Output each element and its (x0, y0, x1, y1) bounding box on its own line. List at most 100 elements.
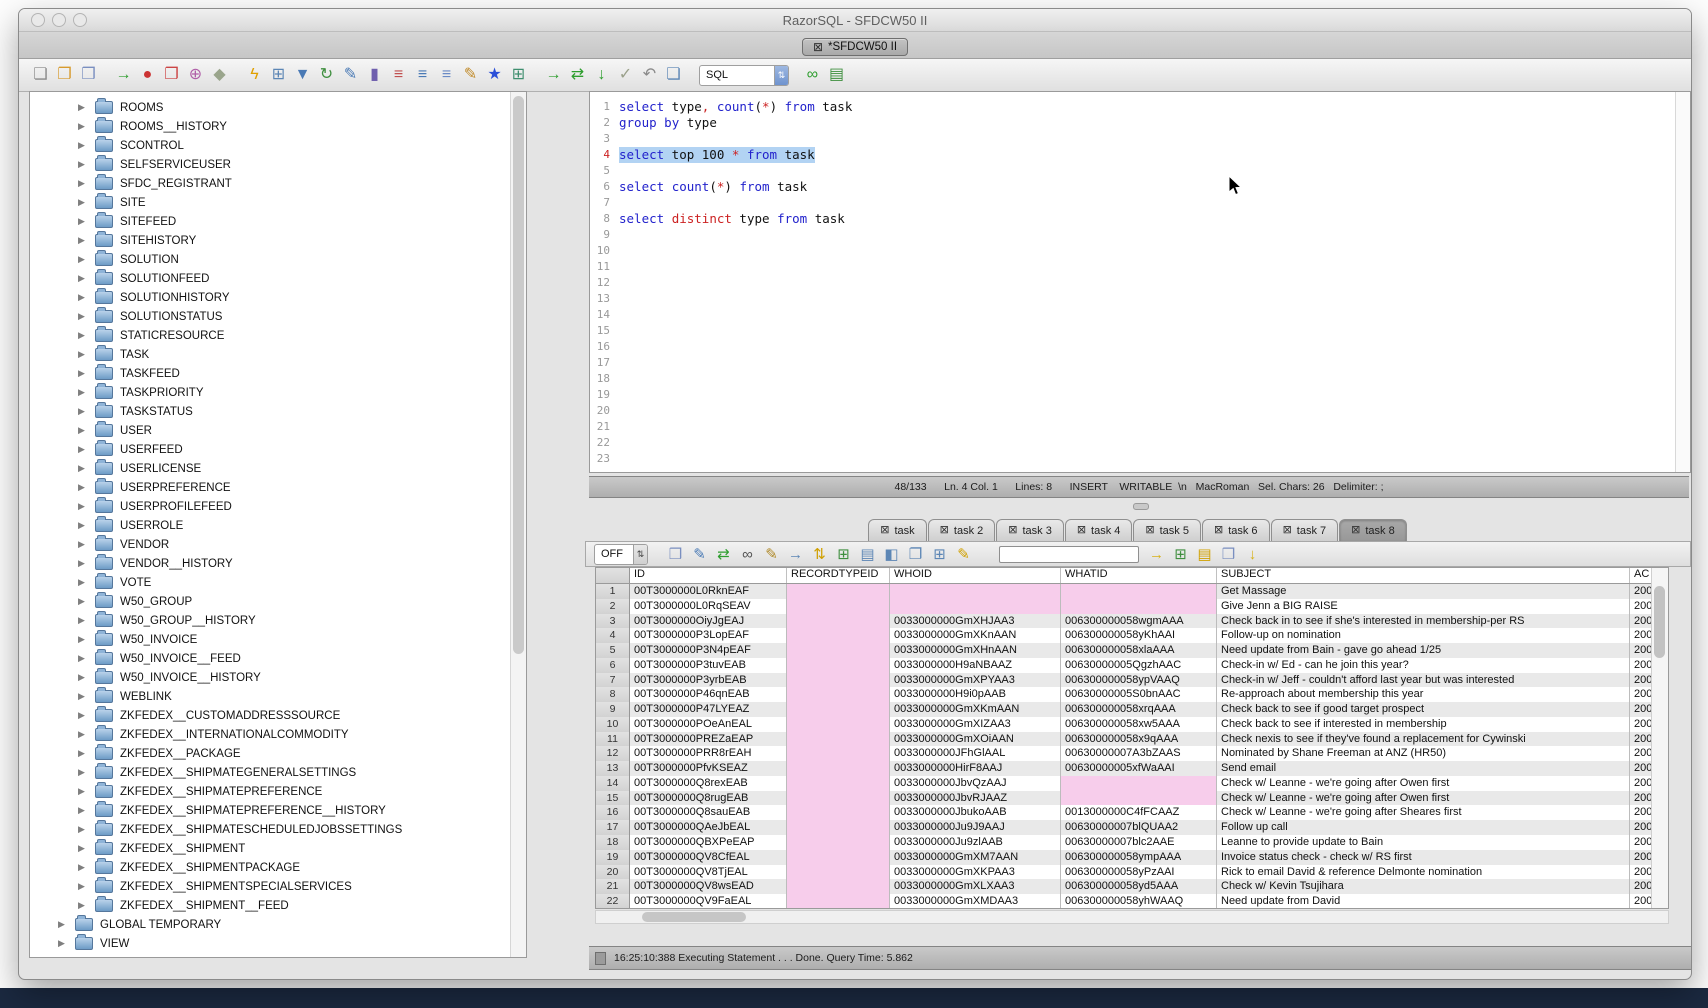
close-tab-icon[interactable]: ⊠ (1145, 525, 1154, 536)
disclosure-triangle-icon[interactable]: ▶ (78, 140, 88, 151)
cell-whatid[interactable]: 00630000005QgzhAAC (1061, 658, 1217, 673)
disclosure-triangle-icon[interactable]: ▶ (78, 387, 88, 398)
table-refresh-icon[interactable]: ⊞ (834, 545, 853, 564)
cell-recordtypeid[interactable] (787, 643, 890, 658)
column-header[interactable]: WHATID (1061, 568, 1217, 583)
cell-subject[interactable]: Invoice status check - check w/ RS first (1217, 850, 1630, 865)
disclosure-triangle-icon[interactable]: ▶ (78, 843, 88, 854)
table-row[interactable]: 15 00T3000000Q8rugEAB 0033000000JbvRJAAZ… (596, 791, 1668, 806)
export-table-icon[interactable]: ⊞ (1171, 545, 1190, 564)
row-number[interactable]: 5 (596, 643, 630, 658)
cell-whatid[interactable]: 006300000058xw5AAA (1061, 717, 1217, 732)
disclosure-triangle-icon[interactable]: ▶ (78, 710, 88, 721)
cell-activitydate[interactable]: 200 (1630, 658, 1652, 673)
editor-line[interactable]: 9 (590, 227, 1690, 243)
tree-item[interactable]: ▶ SOLUTIONFEED (30, 269, 526, 288)
editor-line[interactable]: 5 (590, 163, 1690, 179)
cell-subject[interactable]: Get Massage (1217, 584, 1630, 599)
cell-subject[interactable]: Check-in w/ Jeff - couldn't afford last … (1217, 673, 1630, 688)
result-tab[interactable]: ⊠ task 3 (996, 519, 1064, 541)
cell-whatid[interactable]: 00630000007blc2AAE (1061, 835, 1217, 850)
cell-id[interactable]: 00T3000000QV8CfEAL (630, 850, 787, 865)
copy-rows-icon[interactable]: ❐ (906, 545, 925, 564)
describe-list-icon[interactable]: ▤ (858, 545, 877, 564)
close-tab-icon[interactable]: ⊠ (1283, 525, 1292, 536)
cell-whatid[interactable]: 006300000058xrqAAA (1061, 702, 1217, 717)
tree-item[interactable]: ▶ ZKFEDEX__CUSTOMADDRESSSOURCE (30, 706, 526, 725)
cell-activitydate[interactable]: 200 (1630, 865, 1652, 880)
disclosure-triangle-icon[interactable]: ▶ (78, 273, 88, 284)
cell-id[interactable]: 00T3000000L0RqSEAV (630, 599, 787, 614)
cell-whatid[interactable] (1061, 584, 1217, 599)
refresh-results-icon[interactable]: ⇄ (714, 545, 733, 564)
cell-whatid[interactable]: 006300000058xlaAAA (1061, 643, 1217, 658)
cell-recordtypeid[interactable] (787, 584, 890, 599)
tree-item[interactable]: ▶ W50_GROUP__HISTORY (30, 611, 526, 630)
editor-line[interactable]: 2 group by type (590, 115, 1690, 131)
close-tab-icon[interactable]: ⊠ (1214, 525, 1223, 536)
cell-whatid[interactable]: 006300000058yKhAAI (1061, 628, 1217, 643)
cell-recordtypeid[interactable] (787, 702, 890, 717)
find-next-icon[interactable]: → (1147, 545, 1166, 564)
cell-recordtypeid[interactable] (787, 687, 890, 702)
cell-id[interactable]: 00T3000000Q8sauEAB (630, 805, 787, 820)
disclosure-triangle-icon[interactable]: ▶ (78, 862, 88, 873)
editor-line[interactable]: 6 select count(*) from task (590, 179, 1690, 195)
disclosure-triangle-icon[interactable]: ▶ (78, 577, 88, 588)
cell-whatid[interactable]: 006300000058yPzAAI (1061, 865, 1217, 880)
table-row[interactable]: 2 00T3000000L0RqSEAV Give Jenn a BIG RAI… (596, 599, 1668, 614)
filter-edit-icon[interactable]: ✎ (461, 66, 480, 85)
result-tab[interactable]: ⊠ task 4 (1065, 519, 1133, 541)
cell-whoid[interactable]: 0033000000JbvQzAAJ (890, 776, 1061, 791)
cell-whatid[interactable] (1061, 599, 1217, 614)
tree-item[interactable]: ▶ USERPREFERENCE (30, 478, 526, 497)
rollback-undo-icon[interactable]: ↶ (640, 66, 659, 85)
result-tab[interactable]: ⊠ task (868, 519, 926, 541)
tree-scrollbar[interactable] (510, 92, 526, 957)
cell-recordtypeid[interactable] (787, 658, 890, 673)
row-number[interactable]: 9 (596, 702, 630, 717)
table-describe-icon[interactable]: ⊞ (269, 66, 288, 85)
table-row[interactable]: 20 00T3000000QV8TjEAL 0033000000GmXKPAA3… (596, 865, 1668, 880)
table-row[interactable]: 6 00T3000000P3tuvEAB 0033000000H9aNBAAZ … (596, 658, 1668, 673)
cell-activitydate[interactable]: 200 (1630, 776, 1652, 791)
row-number[interactable]: 21 (596, 879, 630, 894)
cell-whoid[interactable]: 0033000000HirF8AAJ (890, 761, 1061, 776)
cell-whoid[interactable]: 0033000000GmXIZAA3 (890, 717, 1061, 732)
cell-whoid[interactable]: 0033000000GmXKnAAN (890, 628, 1061, 643)
disclosure-triangle-icon[interactable]: ▶ (78, 748, 88, 759)
reconnect-icon[interactable]: ⇄ (568, 66, 587, 85)
cell-subject[interactable]: Follow-up on nomination (1217, 628, 1630, 643)
row-number[interactable]: 20 (596, 865, 630, 880)
cell-whoid[interactable]: 0033000000GmXKPAA3 (890, 865, 1061, 880)
auto-commit-icon[interactable]: ∞ (803, 66, 822, 85)
cell-recordtypeid[interactable] (787, 673, 890, 688)
cell-recordtypeid[interactable] (787, 776, 890, 791)
cell-id[interactable]: 00T3000000P3yrbEAB (630, 673, 787, 688)
row-list-icon[interactable]: ▤ (827, 66, 846, 85)
cell-subject[interactable]: Follow up call (1217, 820, 1630, 835)
disclosure-triangle-icon[interactable]: ▶ (78, 425, 88, 436)
row-number[interactable]: 11 (596, 732, 630, 747)
db-icon[interactable]: ◆ (210, 66, 229, 85)
cell-whoid[interactable]: 0033000000JFhGlAAL (890, 746, 1061, 761)
edit-record-icon[interactable]: ✎ (762, 545, 781, 564)
row-number[interactable]: 19 (596, 850, 630, 865)
cell-id[interactable]: 00T3000000L0RknEAF (630, 584, 787, 599)
cell-recordtypeid[interactable] (787, 820, 890, 835)
stepper-icon[interactable]: ⇅ (774, 66, 788, 85)
tree-item[interactable]: ▶ USERPROFILEFEED (30, 497, 526, 516)
tree-item[interactable]: ▶ USERLICENSE (30, 459, 526, 478)
cell-activitydate[interactable]: 200 (1630, 820, 1652, 835)
disclosure-triangle-icon[interactable]: ▶ (78, 786, 88, 797)
tree-item[interactable]: ▶ W50_INVOICE (30, 630, 526, 649)
tree-item[interactable]: ▶ SITEFEED (30, 212, 526, 231)
disclosure-triangle-icon[interactable]: ▶ (78, 330, 88, 341)
cell-subject[interactable]: Need update from Bain - gave go ahead 1/… (1217, 643, 1630, 658)
tree-item[interactable]: ▶ ZKFEDEX__SHIPMATEGENERALSETTINGS (30, 763, 526, 782)
close-tab-icon[interactable]: ⊠ (880, 525, 889, 536)
tree-item[interactable]: ▶ VENDOR__HISTORY (30, 554, 526, 573)
cell-id[interactable]: 00T3000000P47LYEAZ (630, 702, 787, 717)
cell-whatid[interactable] (1061, 791, 1217, 806)
disclosure-triangle-icon[interactable]: ▶ (78, 501, 88, 512)
